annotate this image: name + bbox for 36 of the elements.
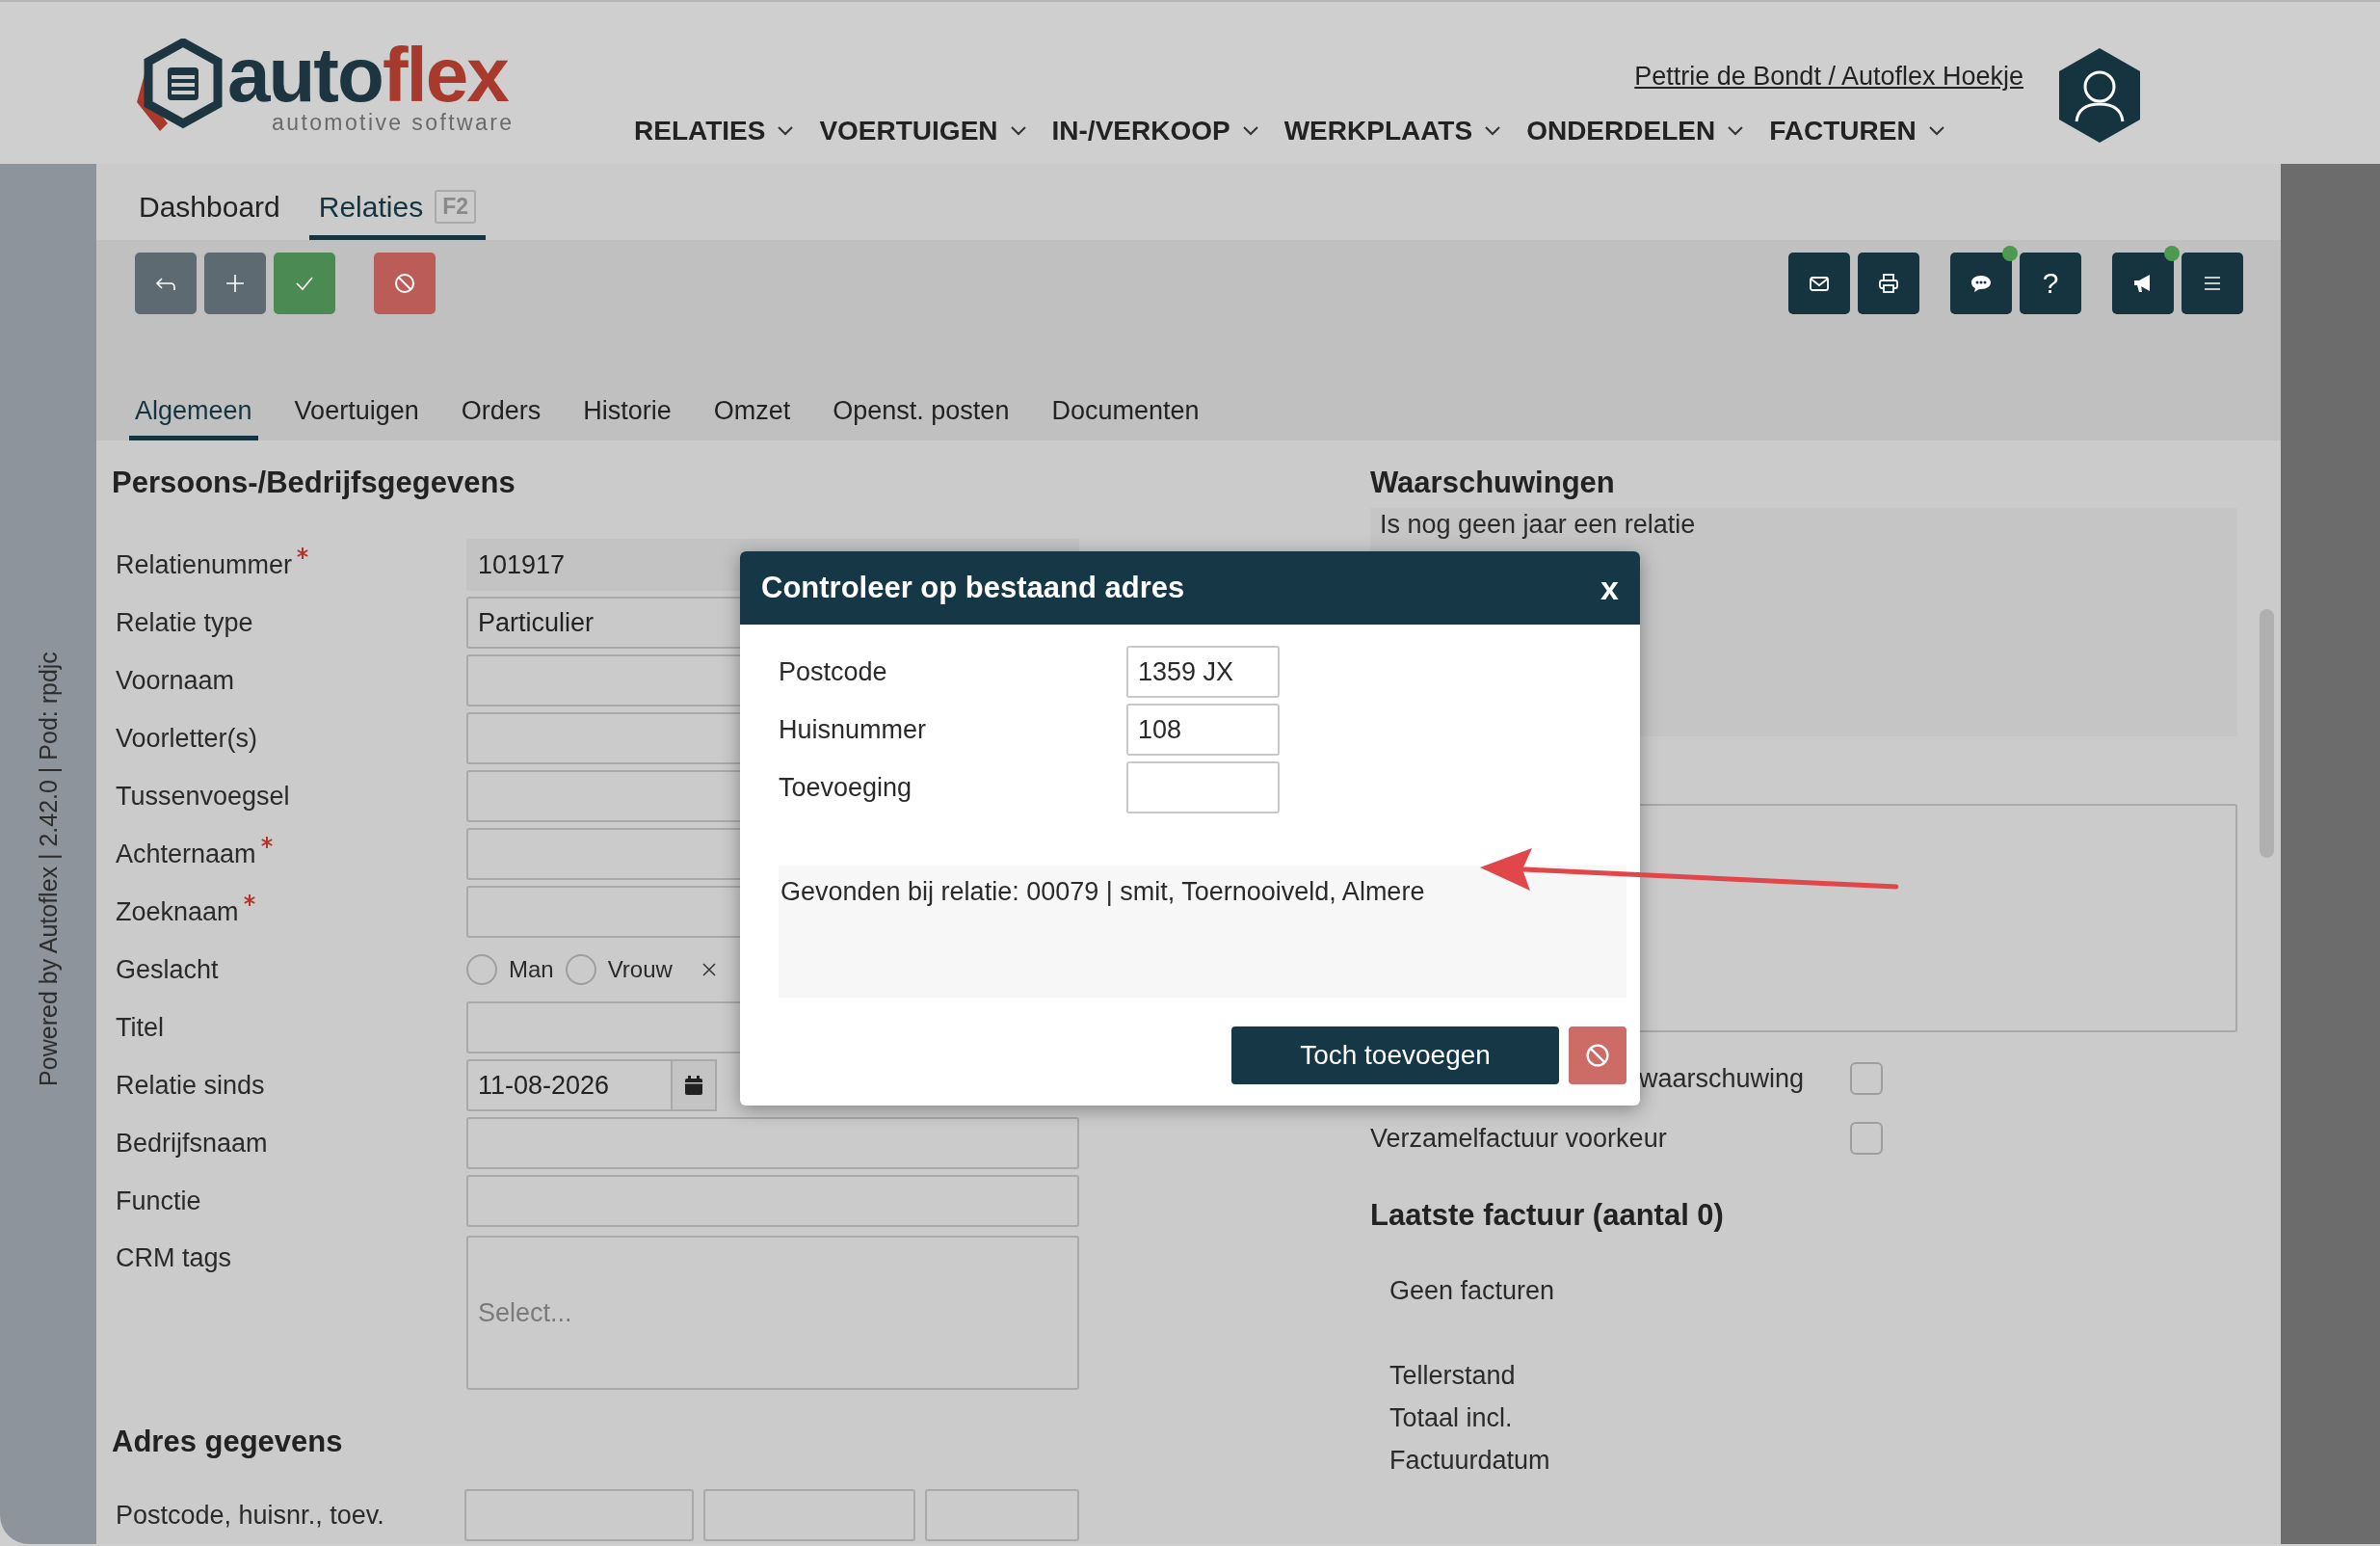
field-label: Postcode, huisnr., toev.	[116, 1500, 384, 1531]
field-label: Totaal incl.	[1389, 1402, 1514, 1434]
field-label: Bedrijfsnaam	[116, 1128, 268, 1159]
field-label: Achternaam	[116, 839, 256, 869]
result-message: Gevonden bij relatie: 00079 | smit, Toernooiveld, Almere	[780, 877, 1426, 907]
option-label: waarschuwing	[1637, 1063, 1805, 1094]
section-heading: Waarschuwingen	[1370, 465, 1616, 501]
logo-tagline: automotive software	[272, 110, 515, 136]
logo-wordmark: autoflex	[227, 39, 509, 112]
radio-label: Vrouw	[607, 956, 673, 983]
field-label: Tellerstand	[1389, 1360, 1517, 1392]
version-caption: Powered by Autoflex | 2.42.0 | Pod: rpdjc	[34, 651, 63, 1086]
option-label: Verzamelfactuur voorkeur	[1370, 1123, 1668, 1154]
section-heading: Laatste factuur (aantal 0)	[1370, 1197, 1725, 1234]
field-label: Relatie sinds	[116, 1070, 265, 1101]
field-label: Postcode	[779, 656, 888, 687]
radio-label: Man	[509, 956, 554, 983]
dialog-title: Controleer op bestaand adres	[761, 571, 1185, 605]
field-label: Toevoeging	[779, 772, 913, 803]
field-label: Relatie type	[116, 607, 253, 638]
section-heading: Adres gegevens	[112, 1424, 344, 1460]
field-label: Geslacht	[116, 954, 219, 985]
field-label: Factuurdatum	[1389, 1445, 1551, 1477]
warning-text: Is nog geen jaar een relatie	[1380, 510, 1697, 539]
field-label: Relatienummer	[116, 549, 293, 580]
empty-message: Geen facturen	[1388, 1275, 1556, 1307]
field-label: CRM tags	[116, 1243, 232, 1273]
section-heading: Persoons-/Bedrijfsgegevens	[112, 465, 516, 501]
field-label: Voorletter(s)	[116, 723, 258, 754]
field-label: Zoeknaam	[116, 896, 239, 927]
field-label: Voornaam	[116, 665, 235, 696]
field-label: Tussenvoegsel	[116, 781, 290, 812]
shortcut-badge: F2	[435, 190, 476, 225]
field-label: Huisnummer	[779, 714, 928, 745]
field-label: Functie	[116, 1186, 201, 1216]
field-label: Titel	[116, 1012, 164, 1043]
